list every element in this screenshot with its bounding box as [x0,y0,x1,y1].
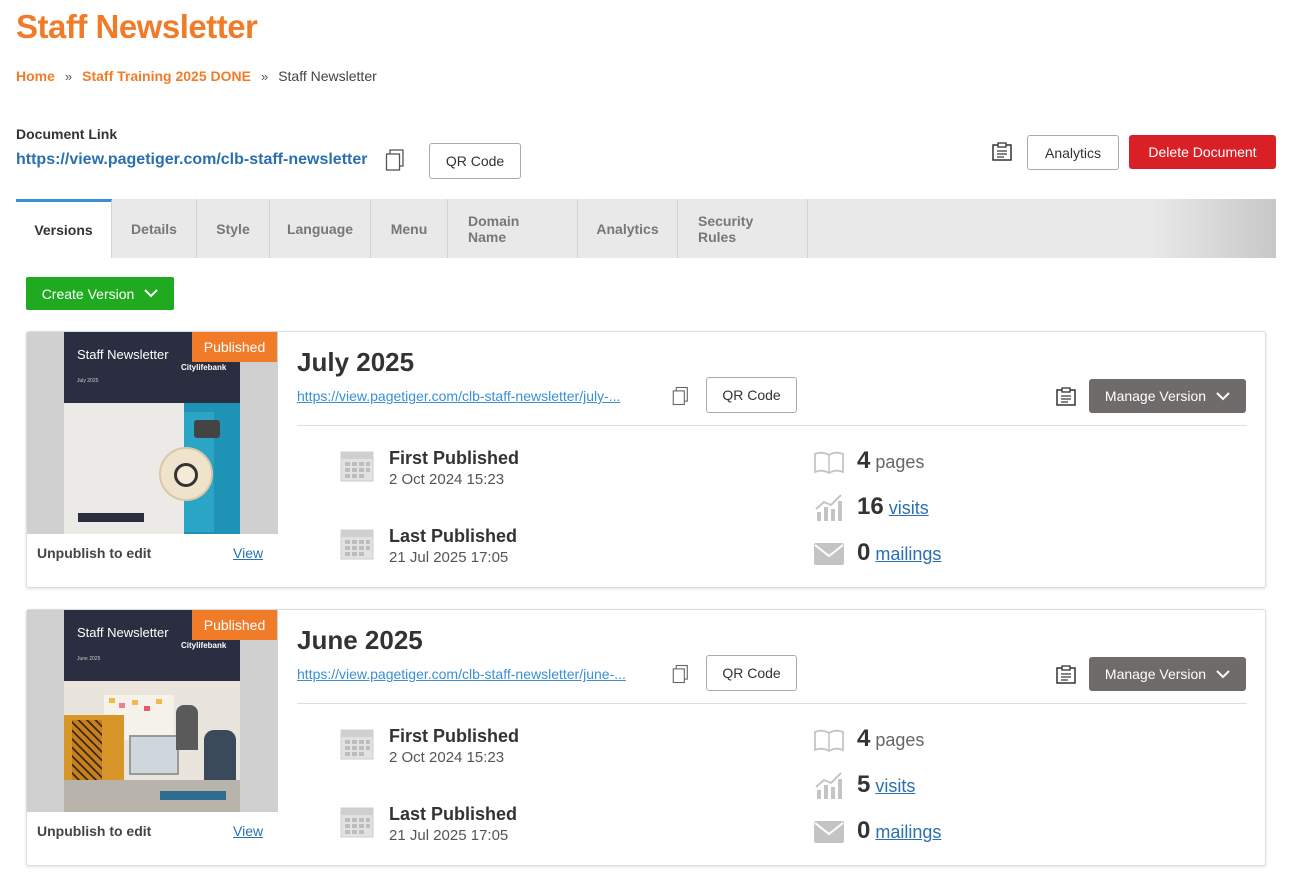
document-link-url[interactable]: https://view.pagetiger.com/clb-staff-new… [16,151,367,169]
view-link[interactable]: View [233,823,263,839]
last-published-date: 21 Jul 2025 17:05 [389,549,509,566]
calendar-icon [340,529,374,560]
breadcrumb-home[interactable]: Home [16,68,55,84]
qr-code-button[interactable]: QR Code [706,655,797,691]
growth-chart-icon [815,494,842,521]
first-published-label: First Published [389,448,520,468]
visits-link[interactable]: visits [875,776,915,797]
calendar-icon [340,807,374,838]
divider [297,703,1247,704]
tab-menu[interactable]: Menu [371,199,448,258]
tab-details[interactable]: Details [112,199,197,258]
pages-count: 4 [857,447,871,474]
delete-document-button[interactable]: Delete Document [1129,135,1276,169]
mailings-count: 0 [857,539,871,566]
unpublish-to-edit-label: Unpublish to edit [37,823,152,839]
cover-date: July 2025 [77,378,99,384]
growth-chart-icon [815,772,842,799]
breadcrumb-separator: » [64,68,73,84]
cover-title: Staff Newsletter [77,347,169,362]
divider [297,425,1247,426]
manage-version-label: Manage Version [1104,388,1207,404]
calendar-icon [340,729,374,760]
envelope-icon [814,821,844,843]
cover-brand: Citylifebank [181,641,227,650]
pages-count: 4 [857,725,871,752]
envelope-icon [814,543,844,565]
visits-stat: 16 visits [857,493,929,521]
breadcrumb-current: Staff Newsletter [278,68,377,84]
manage-version-button[interactable]: Manage Version [1089,657,1246,691]
analytics-button[interactable]: Analytics [1027,135,1119,170]
tab-domain-name[interactable]: Domain Name [448,199,578,258]
create-version-button[interactable]: Create Version [26,277,174,310]
status-badge: Published [192,610,277,640]
tab-security-rules[interactable]: Security Rules [678,199,808,258]
chevron-down-icon [1216,391,1230,400]
manage-version-button[interactable]: Manage Version [1089,379,1246,413]
first-published-label: First Published [389,726,520,746]
clipboard-icon[interactable] [991,142,1013,162]
book-icon [814,729,844,753]
create-version-label: Create Version [41,285,135,302]
book-icon [814,451,844,475]
status-badge: Published [192,332,277,362]
pages-label: pages [875,452,925,472]
cover-title: Staff Newsletter [77,625,169,640]
tab-style[interactable]: Style [197,199,270,258]
copy-icon[interactable] [672,386,689,406]
pages-label: pages [875,730,925,750]
version-card: Staff Newsletter June 2025 Citylifebank … [26,609,1266,866]
visits-count: 5 [857,771,871,798]
mailings-stat: 0 mailings [857,539,941,567]
version-thumbnail[interactable]: Staff Newsletter July 2025 Citylifebank … [27,332,278,534]
tab-language[interactable]: Language [270,199,371,258]
visits-count: 16 [857,493,884,520]
first-published-date: 2 Oct 2024 15:23 [389,749,505,766]
tab-bar: Versions Details Style Language Menu Dom… [16,199,1276,258]
qr-code-button[interactable]: QR Code [429,143,521,179]
mailings-stat: 0 mailings [857,817,941,845]
version-card: Staff Newsletter July 2025 Citylifebank … [26,331,1266,588]
last-published-label: Last Published [389,526,518,546]
version-title: June 2025 [297,625,423,655]
version-url[interactable]: https://view.pagetiger.com/clb-staff-new… [297,666,657,682]
last-published-date: 21 Jul 2025 17:05 [389,827,509,844]
chevron-down-icon [144,289,159,298]
breadcrumb-separator: » [260,68,269,84]
version-thumbnail[interactable]: Staff Newsletter June 2025 Citylifebank … [27,610,278,812]
mailings-count: 0 [857,817,871,844]
breadcrumb-parent[interactable]: Staff Training 2025 DONE [82,68,251,84]
manage-version-label: Manage Version [1104,666,1207,682]
clipboard-icon[interactable] [1055,387,1077,407]
view-link[interactable]: View [233,545,263,561]
document-link-label: Document Link [16,126,118,142]
breadcrumb: Home » Staff Training 2025 DONE » Staff … [16,68,377,84]
pages-stat: 4 pages [857,447,924,475]
cover-image: Staff Newsletter June 2025 Citylifebank [64,610,240,812]
cover-image: Staff Newsletter July 2025 Citylifebank [64,332,240,534]
version-title: July 2025 [297,347,415,377]
clipboard-icon[interactable] [1055,665,1077,685]
cover-brand: Citylifebank [181,363,227,372]
first-published-date: 2 Oct 2024 15:23 [389,471,505,488]
mailings-link[interactable]: mailings [875,544,941,565]
version-url[interactable]: https://view.pagetiger.com/clb-staff-new… [297,388,657,404]
visits-link[interactable]: visits [889,498,929,519]
copy-icon[interactable] [385,149,405,171]
visits-stat: 5 visits [857,771,915,799]
page-title: Staff Newsletter [16,8,258,45]
cover-date: June 2025 [77,656,101,662]
calendar-icon [340,451,374,482]
last-published-label: Last Published [389,804,518,824]
mailings-link[interactable]: mailings [875,822,941,843]
chevron-down-icon [1216,669,1230,678]
qr-code-button[interactable]: QR Code [706,377,797,413]
unpublish-to-edit-label: Unpublish to edit [37,545,152,561]
tab-analytics[interactable]: Analytics [578,199,678,258]
pages-stat: 4 pages [857,725,924,753]
tab-versions[interactable]: Versions [16,199,112,258]
copy-icon[interactable] [672,664,689,684]
